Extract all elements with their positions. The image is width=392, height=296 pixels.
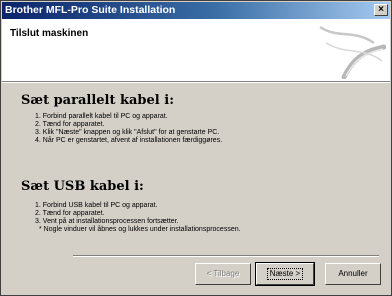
footer-separator — [73, 255, 379, 257]
list-item: 3. Klik "Næste" knappen og klik "Afslut"… — [35, 129, 220, 136]
list-item: * Nogle vinduer vil åbnes og lukkes unde… — [39, 226, 241, 233]
header-separator — [2, 82, 390, 83]
list-item: 2. Tænd for apparatet. — [35, 121, 105, 128]
cancel-button[interactable]: Annuller — [325, 263, 381, 285]
next-button-label: Næste > — [266, 268, 304, 280]
close-icon: × — [378, 4, 384, 15]
cable-graphic-icon — [319, 25, 386, 79]
title-bar[interactable]: Brother MFL-Pro Suite Installation × — [2, 2, 390, 19]
installer-window: Brother MFL-Pro Suite Installation × Til… — [0, 0, 392, 296]
list-item: 1. Forbind USB kabel til PC og apparat. — [35, 202, 158, 209]
page-title: Tilslut maskinen — [10, 28, 89, 39]
back-button-label: < Tilbage — [206, 269, 240, 278]
list-item: 2. Tænd for apparatet. — [35, 210, 105, 217]
window-title: Brother MFL-Pro Suite Installation — [5, 4, 176, 16]
list-item: 3. Vent på at installationsprocessen for… — [35, 218, 179, 225]
usb-steps: 1. Forbind USB kabel til PC og apparat. … — [35, 202, 241, 234]
wizard-header: Tilslut maskinen — [2, 19, 390, 82]
usb-heading: Sæt USB kabel i: — [21, 179, 144, 194]
parallel-heading: Sæt parallelt kabel i: — [21, 93, 174, 108]
cancel-button-label: Annuller — [338, 269, 368, 278]
list-item: 1. Forbind parallelt kabel til PC og app… — [35, 113, 168, 120]
next-button[interactable]: Næste > — [255, 262, 315, 286]
list-item: 4. Når PC er genstartet, afvent af insta… — [35, 137, 223, 144]
close-button[interactable]: × — [374, 4, 388, 16]
back-button[interactable]: < Tilbage — [195, 263, 251, 285]
parallel-steps: 1. Forbind parallelt kabel til PC og app… — [35, 113, 222, 145]
